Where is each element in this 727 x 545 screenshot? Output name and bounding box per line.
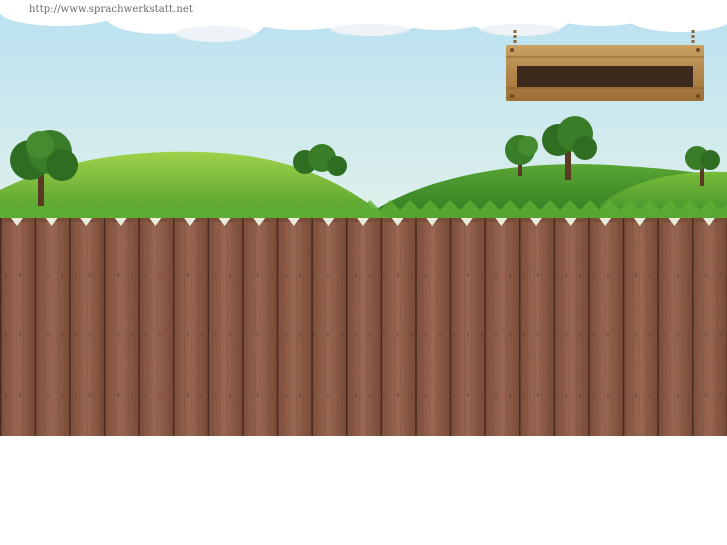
fence-gap xyxy=(242,218,244,436)
fence-gap xyxy=(692,218,694,436)
fence-gap xyxy=(657,218,659,436)
blank-area xyxy=(0,436,727,545)
fence-gap xyxy=(69,218,71,436)
fence-plank-grain xyxy=(105,222,137,436)
fence-gap xyxy=(173,218,175,436)
site-url-text: http://www.sprachwerkstatt.net xyxy=(29,4,193,15)
fence-plank-grain xyxy=(416,222,449,436)
fence-gap xyxy=(311,218,313,436)
fence-gap xyxy=(380,218,383,436)
fence-plank-grain xyxy=(382,222,414,436)
landscape-illustration xyxy=(0,0,727,436)
fence-plank-grain xyxy=(520,222,553,436)
fence-plank-grain xyxy=(70,222,103,436)
fence-gap xyxy=(553,218,556,436)
fence-plank-grain xyxy=(624,222,656,436)
fence-plank-grain xyxy=(485,222,518,436)
fence-plank-grain xyxy=(1,222,34,436)
fence-gap xyxy=(276,218,279,436)
fence-gap xyxy=(103,218,106,436)
fence-gap xyxy=(346,218,348,436)
fence-plank-grain xyxy=(36,222,68,436)
fence-gap xyxy=(484,218,486,436)
fence-gap xyxy=(0,218,2,436)
fence-gap xyxy=(34,218,37,436)
fence-plank-grain xyxy=(451,222,483,436)
fence-plank-grain xyxy=(347,222,380,436)
fence-gap xyxy=(207,218,210,436)
fence-plank-grain xyxy=(589,222,622,436)
fence-gap xyxy=(622,218,625,436)
fence-plank-grain xyxy=(658,222,691,436)
scene: http://www.sprachwerkstatt.net xyxy=(0,0,727,436)
fence-gap xyxy=(588,218,590,436)
fence-plank-grain xyxy=(693,222,726,436)
fence-planks xyxy=(0,218,727,436)
sign-dark-panel xyxy=(517,66,693,87)
fence-plank-grain xyxy=(174,222,207,436)
fence-gap xyxy=(519,218,521,436)
fence-plank-grain xyxy=(139,222,172,436)
fence-gap xyxy=(449,218,452,436)
fence-plank-grain xyxy=(243,222,276,436)
fence-gap xyxy=(415,218,417,436)
fence-plank-grain xyxy=(209,222,241,436)
fence-plank-grain xyxy=(312,222,345,436)
fence-plank-grain xyxy=(555,222,587,436)
fence-plank-grain xyxy=(278,222,310,436)
fence-gap xyxy=(138,218,140,436)
